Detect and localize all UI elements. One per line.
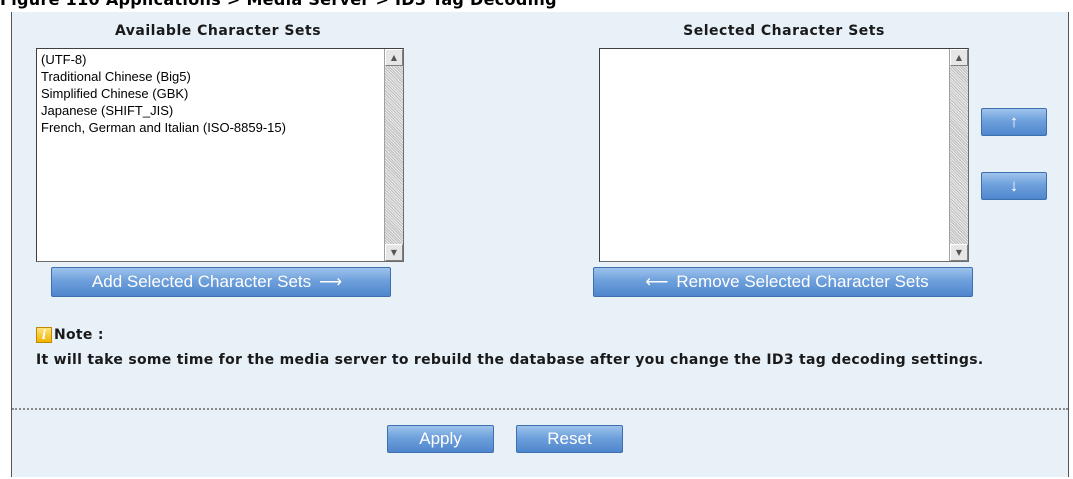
add-button-label: Add Selected Character Sets — [91, 272, 312, 291]
move-up-button[interactable]: ↑ — [981, 108, 1047, 136]
selected-scrollbar[interactable]: ▲ ▼ — [949, 49, 968, 261]
move-down-button[interactable]: ↓ — [981, 172, 1047, 200]
note-header: i Note : — [36, 327, 104, 343]
list-item[interactable]: French, German and Italian (ISO-8859-15) — [41, 119, 381, 136]
list-item[interactable]: Japanese (SHIFT_JIS) — [41, 102, 381, 119]
apply-button-label: Apply — [419, 429, 462, 448]
note-text: It will take some time for the media ser… — [36, 352, 984, 368]
figure-caption: Figure 110 Applications > Media Server >… — [0, 0, 557, 9]
scroll-up-arrow-icon[interactable]: ▲ — [950, 49, 968, 66]
apply-button[interactable]: Apply — [387, 425, 494, 453]
list-item[interactable]: Traditional Chinese (Big5) — [41, 68, 381, 85]
list-item[interactable]: Simplified Chinese (GBK) — [41, 85, 381, 102]
section-divider — [12, 408, 1068, 410]
down-arrow-icon: ↓ — [1009, 176, 1019, 195]
figure-caption-strip: Figure 110 Applications > Media Server >… — [0, 0, 1073, 12]
left-arrow-icon: ⟵ — [645, 274, 669, 291]
scroll-down-arrow-icon[interactable]: ▼ — [950, 244, 968, 261]
selected-sets-listbox[interactable]: ▲ ▼ — [599, 48, 969, 262]
remove-selected-sets-button[interactable]: ⟵ Remove Selected Character Sets — [593, 267, 973, 297]
scroll-down-arrow-icon[interactable]: ▼ — [385, 244, 403, 261]
selected-sets-heading: Selected Character Sets — [683, 23, 885, 39]
right-arrow-icon: ⟶ — [319, 274, 343, 291]
available-sets-heading: Available Character Sets — [114, 23, 322, 39]
up-arrow-icon: ↑ — [1009, 112, 1019, 131]
list-item[interactable]: (UTF-8) — [41, 51, 381, 68]
scroll-up-arrow-icon[interactable]: ▲ — [385, 49, 403, 66]
info-note-icon: i — [36, 327, 52, 343]
reset-button[interactable]: Reset — [516, 425, 623, 453]
available-scrollbar[interactable]: ▲ ▼ — [384, 49, 403, 261]
id3-decoding-panel: Available Character Sets Selected Charac… — [11, 12, 1069, 477]
add-selected-sets-button[interactable]: Add Selected Character Sets ⟶ — [51, 267, 391, 297]
available-sets-listbox[interactable]: (UTF-8) Traditional Chinese (Big5) Simpl… — [36, 48, 404, 262]
remove-button-label: Remove Selected Character Sets — [676, 272, 929, 291]
reset-button-label: Reset — [547, 429, 592, 448]
available-sets-items: (UTF-8) Traditional Chinese (Big5) Simpl… — [41, 51, 381, 136]
note-title: Note : — [54, 327, 104, 343]
